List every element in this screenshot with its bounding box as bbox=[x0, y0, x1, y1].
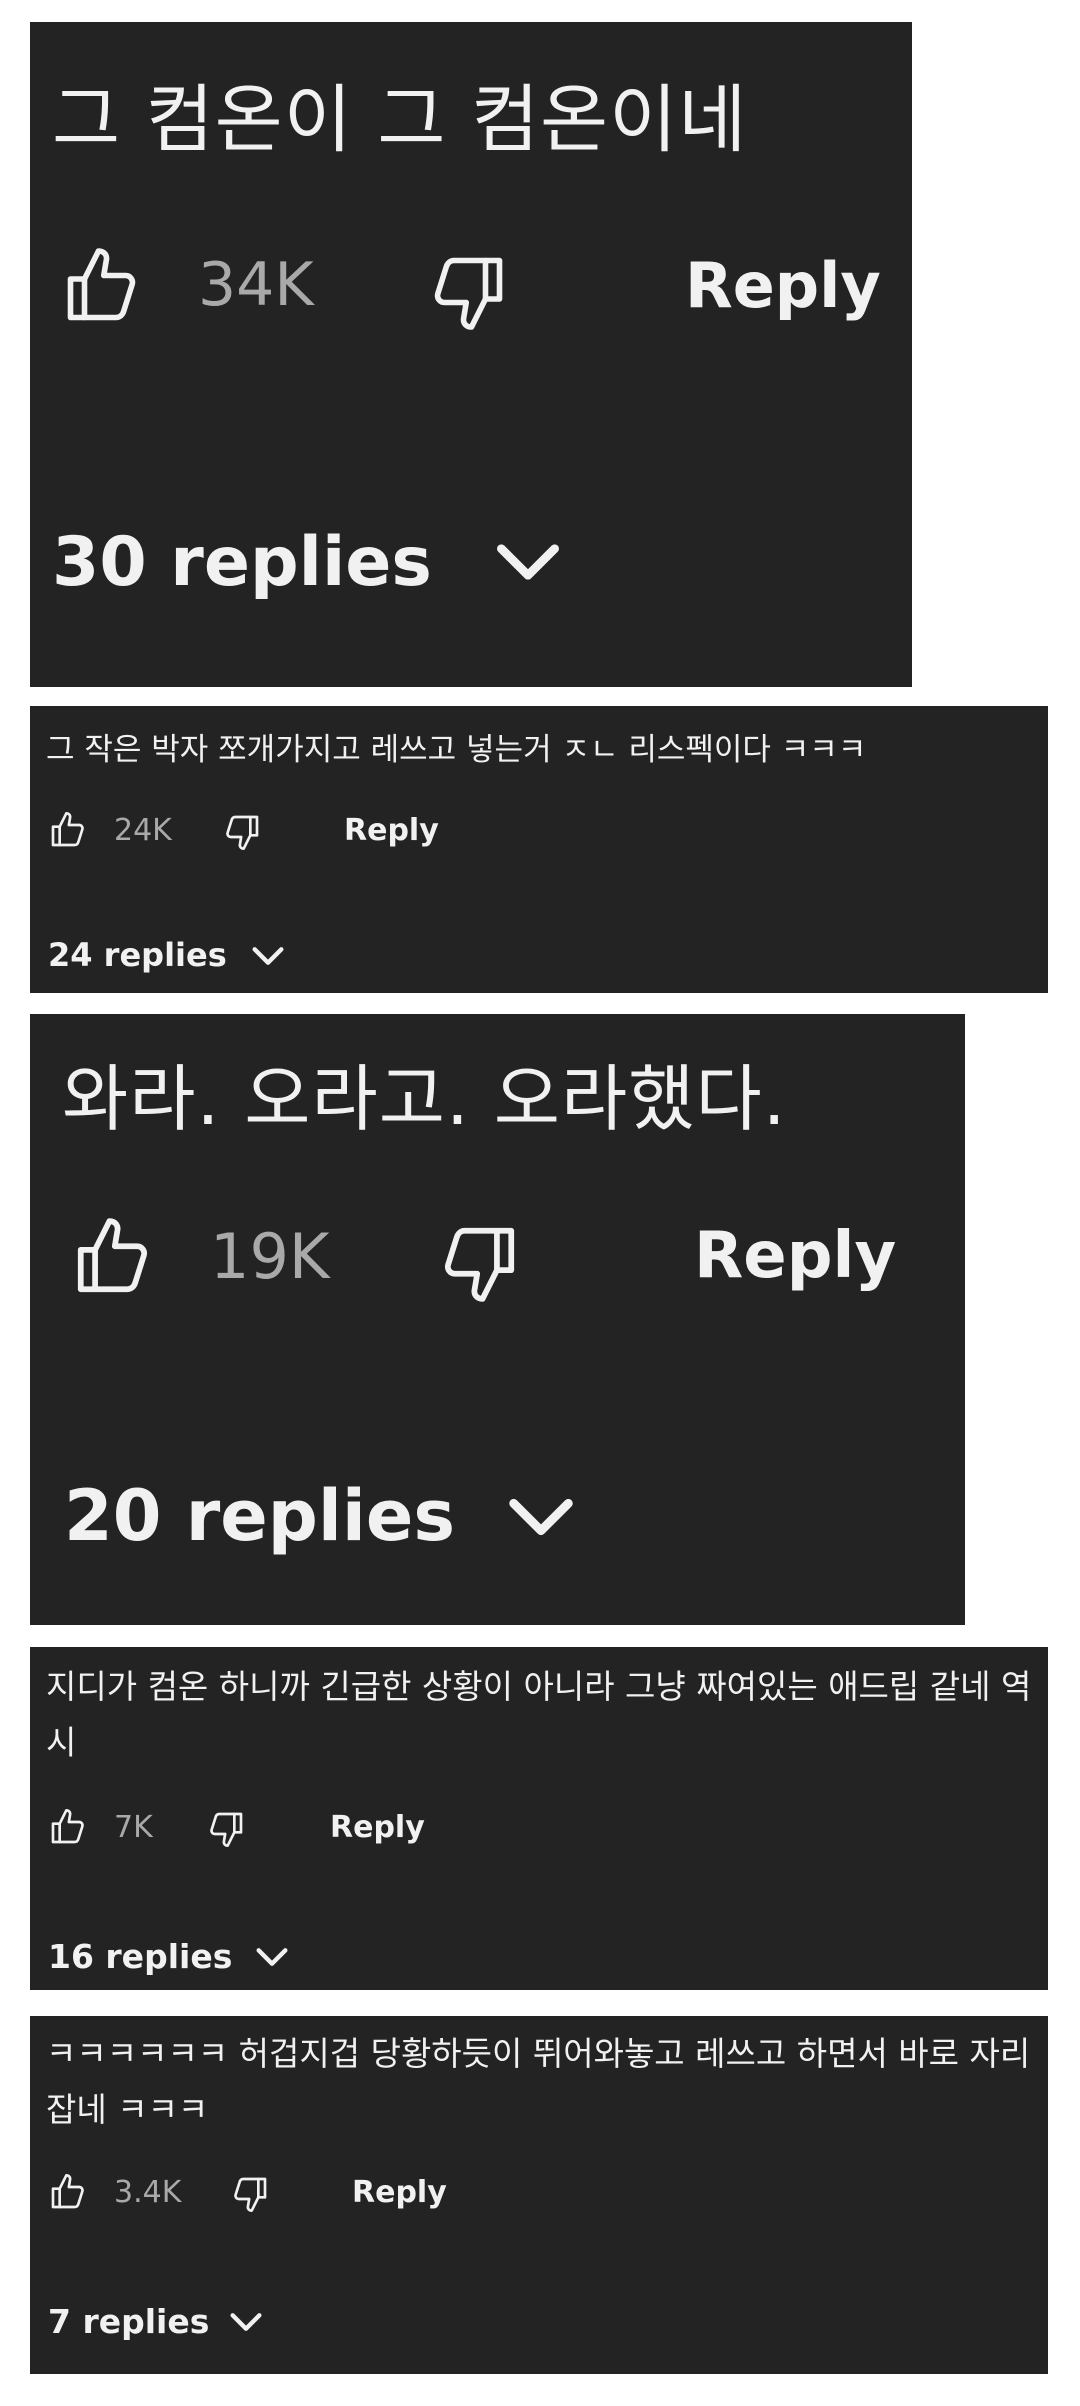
comment-card: ㅋㅋㅋㅋㅋㅋ 허겁지겁 당황하듯이 뛰어와놓고 레쓰고 하면서 바로 자리잡네 … bbox=[30, 2016, 1048, 2374]
thumbs-up-icon[interactable] bbox=[48, 1807, 88, 1847]
reply-button[interactable]: Reply bbox=[685, 240, 881, 330]
replies-toggle-label[interactable]: 30 replies bbox=[52, 512, 432, 612]
thumbs-down-icon[interactable] bbox=[436, 1220, 522, 1306]
like-count: 19K bbox=[210, 1219, 330, 1293]
chevron-down-icon[interactable] bbox=[488, 522, 568, 602]
comment-text: ㅋㅋㅋㅋㅋㅋ 허겁지겁 당황하듯이 뛰어와놓고 레쓰고 하면서 바로 자리잡네 … bbox=[46, 2034, 1031, 2129]
comment-card: 지디가 컴온 하니까 긴급한 상황이 아니라 그냥 짜여있는 애드립 같네 역시… bbox=[30, 1647, 1048, 1990]
comment-text: 그 작은 박자 쪼개가지고 레쓰고 넣는거 ㅈㄴ 리스펙이다 ㅋㅋㅋ bbox=[46, 732, 867, 768]
chevron-down-icon[interactable] bbox=[226, 2302, 266, 2342]
replies-toggle-label[interactable]: 20 replies bbox=[64, 1466, 455, 1566]
comment-card: 그 컴온이 그 컴온이네 34K Reply 30 replies bbox=[30, 22, 912, 687]
like-count: 24K bbox=[114, 812, 172, 848]
replies-toggle-label[interactable]: 7 replies bbox=[48, 2298, 209, 2344]
like-count: 34K bbox=[198, 250, 314, 320]
reply-button[interactable]: Reply bbox=[344, 808, 439, 852]
comment-text: 그 컴온이 그 컴온이네 bbox=[52, 77, 748, 163]
chevron-down-icon[interactable] bbox=[500, 1476, 582, 1558]
replies-toggle-label[interactable]: 16 replies bbox=[48, 1933, 232, 1979]
thumbs-up-icon[interactable] bbox=[48, 810, 88, 850]
thumbs-up-icon[interactable] bbox=[60, 244, 144, 328]
thumbs-down-icon[interactable] bbox=[206, 1809, 246, 1849]
thumbs-down-icon[interactable] bbox=[426, 250, 510, 334]
thumbs-down-icon[interactable] bbox=[222, 812, 262, 852]
chevron-down-icon[interactable] bbox=[248, 936, 288, 976]
reply-button[interactable]: Reply bbox=[352, 2170, 447, 2214]
comment-text: 지디가 컴온 하니까 긴급한 상황이 아니라 그냥 짜여있는 애드립 같네 역시 bbox=[46, 1667, 1032, 1762]
like-count: 7K bbox=[114, 1809, 153, 1845]
comment-text: 와라. 오라고. 오라했다. bbox=[62, 1057, 787, 1141]
comment-card: 그 작은 박자 쪼개가지고 레쓰고 넣는거 ㅈㄴ 리스펙이다 ㅋㅋㅋ 24K R… bbox=[30, 706, 1048, 993]
chevron-down-icon[interactable] bbox=[252, 1937, 292, 1977]
comment-card: 와라. 오라고. 오라했다. 19K Reply 20 replies bbox=[30, 1014, 965, 1625]
like-count: 3.4K bbox=[114, 2174, 182, 2210]
thumbs-up-icon[interactable] bbox=[48, 2172, 88, 2212]
thumbs-up-icon[interactable] bbox=[70, 1214, 156, 1300]
replies-toggle-label[interactable]: 24 replies bbox=[48, 932, 227, 978]
thumbs-down-icon[interactable] bbox=[230, 2174, 270, 2214]
reply-button[interactable]: Reply bbox=[330, 1805, 425, 1849]
reply-button[interactable]: Reply bbox=[694, 1210, 896, 1302]
